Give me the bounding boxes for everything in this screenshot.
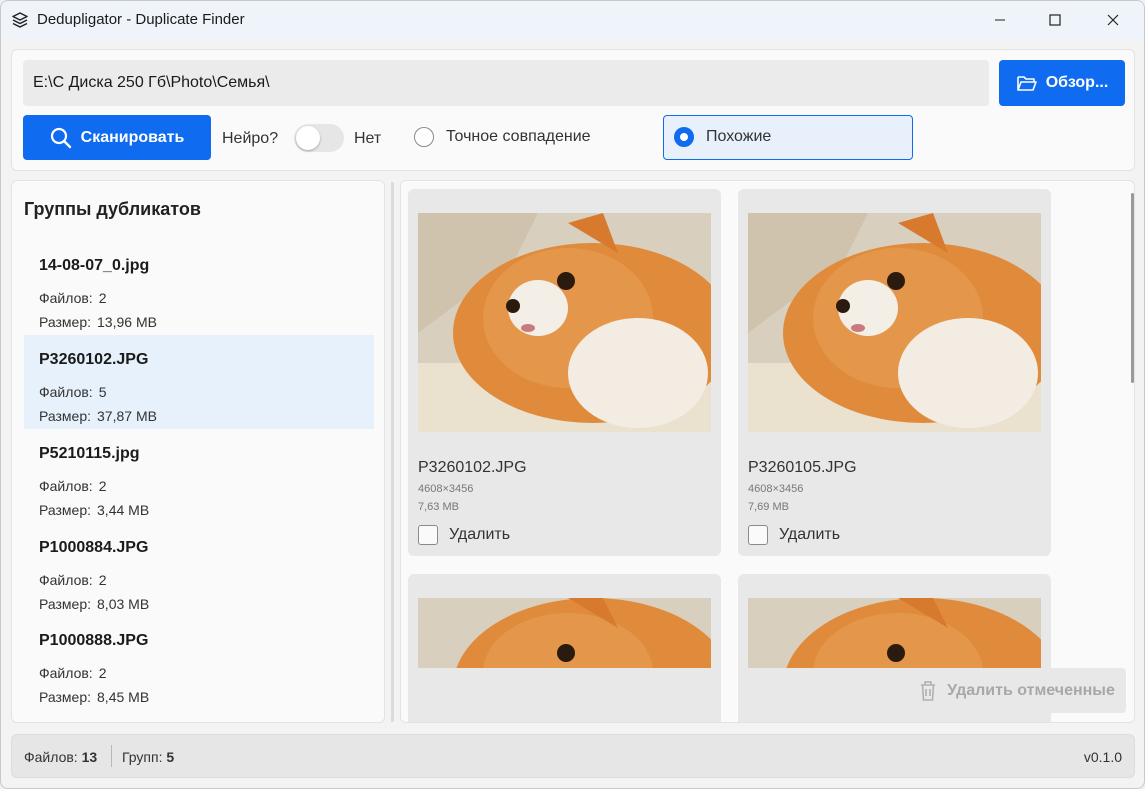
panel-splitter[interactable] [391, 182, 394, 722]
group-size-label: Размер: [39, 314, 92, 330]
group-item[interactable]: P5210115.jpg Файлов: 2 Размер: 3,44 MB [24, 429, 374, 523]
group-item-selected[interactable]: P3260102.JPG Файлов: 5 Размер: 37,87 MB [24, 335, 374, 429]
photo-thumbnail[interactable] [418, 213, 711, 432]
delete-checkbox[interactable]: Удалить [748, 525, 840, 545]
neuro-toggle-state: Нет [354, 130, 382, 147]
window-title: Dedupligator - Duplicate Finder [37, 11, 245, 28]
delete-checkbox[interactable]: Удалить [418, 525, 510, 545]
duplicate-groups-panel: Группы дубликатов 14-08-07_0.jpg Файлов:… [11, 180, 385, 723]
status-groups-label: Групп: [122, 749, 163, 765]
group-size-label: Размер: [39, 596, 92, 612]
file-card: P3260105.JPG 4608×3456 7,69 MB Удалить [738, 189, 1051, 556]
maximize-icon [1049, 14, 1061, 26]
mode-exact-radio[interactable]: Точное совпадение [414, 127, 591, 147]
minimize-icon [995, 19, 1005, 21]
file-dimensions: 4608×3456 [748, 483, 804, 495]
delete-checkbox-label: Удалить [779, 526, 841, 543]
scan-button-label: Сканировать [80, 128, 185, 146]
photo-thumbnail[interactable] [748, 598, 1041, 668]
group-name: P5210115.jpg [39, 445, 140, 462]
photo-thumbnail[interactable] [748, 213, 1041, 432]
file-name: P3260105.JPG [748, 459, 857, 476]
toggle-knob [296, 126, 320, 150]
status-groups: Групп: 5 [122, 749, 174, 765]
close-icon [1107, 14, 1119, 26]
group-files-panel: P3260102.JPG 4608×3456 7,63 MB Удалить P… [400, 180, 1135, 723]
scan-button[interactable]: Сканировать [23, 115, 211, 160]
checkbox-unchecked-icon [418, 525, 438, 545]
group-files-label: Файлов: [39, 572, 93, 588]
group-files-value: 2 [98, 290, 107, 306]
group-item[interactable]: P1000888.JPG Файлов: 2 Размер: 8,45 MB [24, 616, 374, 710]
app-window: Dedupligator - Duplicate Finder Обзор...… [0, 0, 1145, 789]
delete-checkbox-label: Удалить [449, 526, 511, 543]
mode-similar-label: Похожие [706, 128, 772, 145]
mode-exact-label: Точное совпадение [446, 128, 591, 145]
group-files-value: 2 [98, 478, 107, 494]
file-name: P3260102.JPG [418, 459, 527, 476]
group-files-label: Файлов: [39, 290, 93, 306]
folder-open-icon [1016, 76, 1037, 91]
group-files-label: Файлов: [39, 478, 93, 494]
maximize-button[interactable] [1032, 1, 1078, 39]
file-dimensions: 4608×3456 [418, 483, 474, 495]
group-item[interactable]: 14-08-07_0.jpg Файлов: 2 Размер: 13,96 MB [24, 241, 374, 335]
neuro-label: Нейро? [222, 130, 279, 147]
title-bar: Dedupligator - Duplicate Finder [1, 1, 1144, 39]
group-name: P3260102.JPG [39, 351, 149, 368]
group-size-label: Размер: [39, 689, 92, 705]
status-files-label: Файлов: [24, 749, 78, 765]
status-groups-value: 5 [166, 749, 175, 765]
group-size-label: Размер: [39, 502, 92, 518]
folder-path-input[interactable] [23, 60, 989, 106]
group-size-value: 8,45 MB [97, 689, 150, 705]
minimize-button[interactable] [977, 1, 1023, 39]
file-card [408, 574, 721, 722]
checkbox-unchecked-icon [748, 525, 768, 545]
app-version: v0.1.0 [1083, 749, 1122, 765]
delete-marked-button[interactable]: Удалить отмеченные [908, 668, 1126, 713]
group-size-label: Размер: [39, 408, 92, 424]
mode-similar-radio[interactable]: Похожие [663, 115, 913, 160]
group-size-value: 3,44 MB [97, 502, 150, 518]
group-files-label: Файлов: [39, 665, 93, 681]
neuro-toggle[interactable] [294, 124, 344, 152]
group-item[interactable]: P1000884.JPG Файлов: 2 Размер: 8,03 MB [24, 523, 374, 617]
layers-icon [12, 12, 28, 28]
group-files-value: 5 [98, 384, 107, 400]
status-separator [111, 745, 112, 767]
group-files-value: 2 [98, 572, 107, 588]
group-files-value: 2 [98, 665, 107, 681]
group-size-value: 8,03 MB [97, 596, 150, 612]
file-card: P3260102.JPG 4608×3456 7,63 MB Удалить [408, 189, 721, 556]
status-bar: Файлов: 13 Групп: 5 v0.1.0 [11, 734, 1135, 778]
radio-unchecked-icon [414, 127, 434, 147]
file-size: 7,63 MB [418, 501, 459, 513]
delete-marked-label: Удалить отмеченные [947, 681, 1115, 699]
browse-button-label: Обзор... [1045, 74, 1109, 91]
status-files: Файлов: 13 [24, 749, 97, 765]
photo-thumbnail[interactable] [418, 598, 711, 668]
scan-settings-panel: Обзор... Сканировать Нейро? Нет Точное с… [11, 49, 1135, 171]
group-name: 14-08-07_0.jpg [39, 257, 150, 274]
browse-button[interactable]: Обзор... [999, 60, 1125, 106]
group-name: P1000884.JPG [39, 539, 149, 556]
file-size: 7,69 MB [748, 501, 789, 513]
status-files-value: 13 [81, 749, 98, 765]
group-files-label: Файлов: [39, 384, 93, 400]
close-button[interactable] [1090, 1, 1136, 39]
scrollbar-thumb[interactable] [1131, 193, 1134, 383]
group-size-value: 37,87 MB [97, 408, 157, 424]
group-name: P1000888.JPG [39, 632, 149, 649]
search-icon [50, 127, 71, 148]
group-size-value: 13,96 MB [97, 314, 157, 330]
radio-checked-icon [674, 127, 694, 147]
groups-title: Группы дубликатов [24, 199, 201, 219]
trash-icon [921, 680, 936, 701]
